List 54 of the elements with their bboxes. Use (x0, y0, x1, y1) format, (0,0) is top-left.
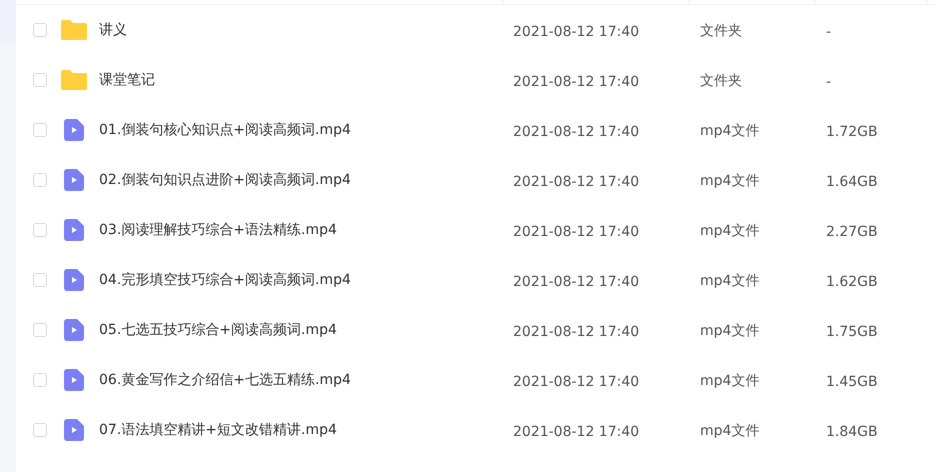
video-file-icon (64, 119, 84, 141)
checkbox[interactable] (33, 423, 47, 437)
file-name[interactable]: 07.语法填空精讲+短文改错精讲.mp4 (99, 421, 337, 439)
checkbox[interactable] (33, 273, 47, 287)
modified-date: 2021-08-12 17:40 (513, 174, 640, 190)
video-file-icon (64, 369, 84, 391)
file-name[interactable]: 讲义 (99, 21, 127, 39)
file-size: 1.45GB (826, 374, 878, 390)
file-size: 1.84GB (826, 424, 878, 440)
video-file-icon (64, 269, 84, 291)
file-name[interactable]: 课堂笔记 (99, 71, 155, 89)
modified-date: 2021-08-12 17:40 (513, 124, 640, 140)
modified-date: 2021-08-12 17:40 (513, 74, 640, 90)
file-name[interactable]: 01.倒装句核心知识点+阅读高频词.mp4 (99, 121, 351, 139)
file-size: 1.75GB (826, 324, 878, 340)
modified-date: 2021-08-12 17:40 (513, 374, 640, 390)
checkbox[interactable] (33, 173, 47, 187)
file-name[interactable]: 06.黄金写作之介绍信+七选五精练.mp4 (99, 371, 351, 389)
file-type: mp4文件 (700, 223, 760, 239)
video-file-icon (64, 169, 84, 191)
modified-date: 2021-08-12 17:40 (513, 424, 640, 440)
video-file-icon (64, 219, 84, 241)
checkbox[interactable] (33, 323, 47, 337)
file-size: - (826, 74, 832, 90)
modified-date: 2021-08-12 17:40 (513, 224, 640, 240)
checkbox[interactable] (33, 23, 47, 37)
file-type: 文件夹 (700, 73, 742, 89)
file-type: mp4文件 (700, 173, 760, 189)
modified-date: 2021-08-12 17:40 (513, 324, 640, 340)
checkbox[interactable] (33, 123, 47, 137)
video-file-icon (64, 419, 84, 441)
file-size: 1.72GB (826, 124, 878, 140)
file-type: mp4文件 (700, 323, 760, 339)
file-size: 1.64GB (826, 174, 878, 190)
file-name[interactable]: 02.倒装句知识点进阶+阅读高频词.mp4 (99, 171, 351, 189)
file-type: mp4文件 (700, 123, 760, 139)
file-size: 2.27GB (826, 224, 878, 240)
video-file-icon (64, 319, 84, 341)
file-size: - (826, 24, 832, 40)
checkbox[interactable] (33, 373, 47, 387)
modified-date: 2021-08-12 17:40 (513, 24, 640, 40)
file-type: mp4文件 (700, 423, 760, 439)
modified-date: 2021-08-12 17:40 (513, 274, 640, 290)
file-type: mp4文件 (700, 273, 760, 289)
file-name[interactable]: 05.七选五技巧综合+阅读高频词.mp4 (99, 321, 337, 339)
folder-icon (61, 70, 87, 90)
checkbox[interactable] (33, 73, 47, 87)
file-name[interactable]: 03.阅读理解技巧综合+语法精练.mp4 (99, 221, 337, 239)
folder-icon (61, 20, 87, 40)
file-name[interactable]: 04.完形填空技巧综合+阅读高频词.mp4 (99, 271, 351, 289)
checkbox[interactable] (33, 223, 47, 237)
file-type: mp4文件 (700, 373, 760, 389)
file-type: 文件夹 (700, 23, 742, 39)
file-size: 1.62GB (826, 274, 878, 290)
